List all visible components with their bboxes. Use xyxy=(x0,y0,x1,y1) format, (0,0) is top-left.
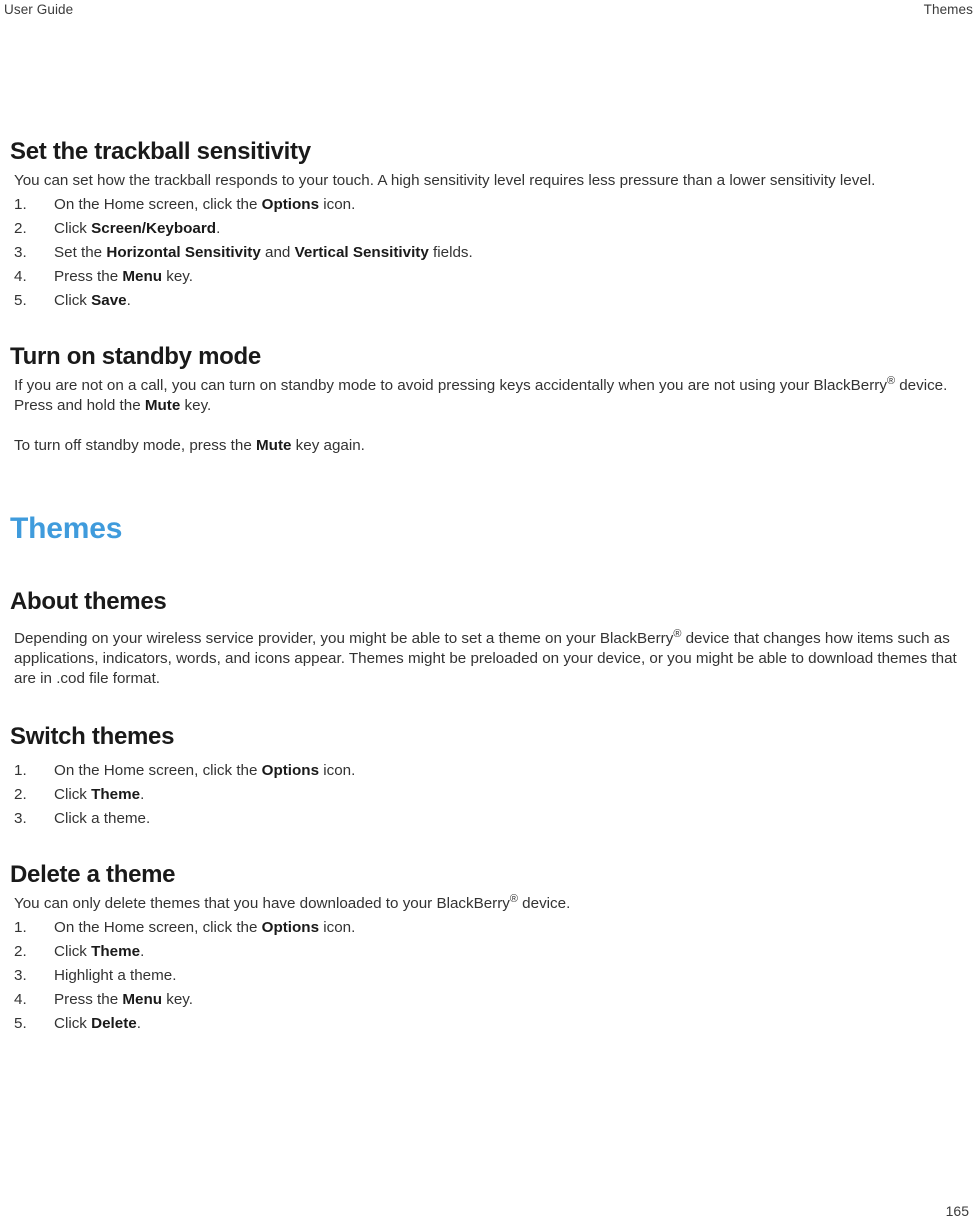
step-text-pre: On the Home screen, click the xyxy=(54,919,262,936)
list-item: Click a theme. xyxy=(10,807,962,831)
topic-title-trackball: Set the trackball sensitivity xyxy=(10,138,311,165)
steps-delete-theme: On the Home screen, click the Options ic… xyxy=(10,916,962,1036)
list-item: On the Home screen, click the Options ic… xyxy=(10,916,962,940)
standby-para2-pre: To turn off standby mode, press the xyxy=(14,437,257,454)
topic-title-about-themes: About themes xyxy=(10,588,167,615)
list-item: Highlight a theme. xyxy=(10,964,962,988)
topic-intro-delete-theme: You can only delete themes that you have… xyxy=(10,892,962,914)
step-text-post: key. xyxy=(162,991,193,1008)
topic-title-standby: Turn on standby mode xyxy=(10,343,261,370)
step-text-post: . xyxy=(136,1015,141,1032)
topic-title-switch-themes: Switch themes xyxy=(10,723,175,750)
list-item: Press the Menu key. xyxy=(10,988,962,1012)
step-text-bold-2: Vertical Sensitivity xyxy=(294,244,429,261)
step-text-post: icon. xyxy=(319,196,356,213)
step-text-bold: Theme xyxy=(91,943,141,960)
steps-switch-themes: On the Home screen, click the Options ic… xyxy=(10,759,962,831)
step-text-post: . xyxy=(140,943,145,960)
topic-title-delete-theme: Delete a theme xyxy=(10,861,176,888)
list-item: On the Home screen, click the Options ic… xyxy=(10,193,962,217)
list-item: Click Delete. xyxy=(10,1012,962,1036)
step-text-post: . xyxy=(216,220,221,237)
registered-mark-icon: ® xyxy=(509,892,518,905)
list-item: Press the Menu key. xyxy=(10,265,962,289)
step-text-post: icon. xyxy=(319,762,356,779)
standby-para1-end: key. xyxy=(180,397,212,414)
list-item: Click Save. xyxy=(10,289,962,313)
step-text-bold: Horizontal Sensitivity xyxy=(106,244,261,261)
about-body-pre: Depending on your wireless service provi… xyxy=(14,630,674,647)
page-content: Set the trackball sensitivity You can se… xyxy=(10,138,962,1036)
step-text-pre: Click xyxy=(54,786,92,803)
step-text-post: icon. xyxy=(319,919,356,936)
page-number: 165 xyxy=(945,1203,969,1219)
standby-para2-bold: Mute xyxy=(256,437,292,454)
step-text-bold: Screen/Keyboard xyxy=(91,220,217,237)
list-item: Set the Horizontal Sensitivity and Verti… xyxy=(10,241,962,265)
step-text-pre: Click xyxy=(54,943,92,960)
delete-intro-pre: You can only delete themes that you have… xyxy=(14,895,510,912)
running-header-right: Themes xyxy=(923,2,973,17)
section-title-themes: Themes xyxy=(10,512,123,545)
standby-para2-post: key again. xyxy=(291,437,365,454)
step-text-bold: Menu xyxy=(122,268,163,285)
standby-para1-bold: Mute xyxy=(144,397,181,414)
step-text-post: . xyxy=(126,292,131,309)
topic-para-about-themes: Depending on your wireless service provi… xyxy=(10,628,962,689)
step-text-pre: On the Home screen, click the xyxy=(54,196,262,213)
topic-intro-trackball: You can set how the trackball responds t… xyxy=(14,172,876,189)
list-item: On the Home screen, click the Options ic… xyxy=(10,759,962,783)
list-item: Click Theme. xyxy=(10,783,962,807)
step-text-pre: Highlight a theme. xyxy=(54,967,177,984)
topic-para-standby-1: If you are not on a call, you can turn o… xyxy=(10,374,962,416)
step-text-bold: Options xyxy=(261,196,320,213)
topic-para-standby-2: To turn off standby mode, press the Mute… xyxy=(10,436,962,456)
standby-para1-pre: If you are not on a call, you can turn o… xyxy=(14,377,887,394)
step-text-post: . xyxy=(140,786,145,803)
step-text-pre: Click xyxy=(54,1015,92,1032)
steps-trackball: On the Home screen, click the Options ic… xyxy=(10,193,962,313)
step-text-bold: Menu xyxy=(122,991,163,1008)
step-text-bold: Options xyxy=(261,762,320,779)
step-text-bold: Save xyxy=(91,292,127,309)
step-text-pre: Click xyxy=(54,292,92,309)
step-text-post: fields. xyxy=(428,244,473,261)
step-text-bold: Theme xyxy=(91,786,141,803)
list-item: Click Theme. xyxy=(10,940,962,964)
delete-intro-post: device. xyxy=(517,895,571,912)
step-text-pre: On the Home screen, click the xyxy=(54,762,262,779)
list-item: Click Screen/Keyboard. xyxy=(10,217,962,241)
step-text-bold: Delete xyxy=(91,1015,137,1032)
step-text-pre: Click xyxy=(54,220,92,237)
registered-mark-icon: ® xyxy=(886,374,895,387)
running-header: User Guide Themes xyxy=(0,0,975,24)
running-header-left: User Guide xyxy=(4,2,74,17)
step-text-pre: Press the xyxy=(54,991,123,1008)
step-text-pre: Click a theme. xyxy=(54,810,151,827)
step-text-mid: and xyxy=(260,244,295,261)
step-text-pre: Press the xyxy=(54,268,123,285)
step-text-pre: Set the xyxy=(54,244,107,261)
step-text-post: key. xyxy=(162,268,193,285)
step-text-bold: Options xyxy=(261,919,320,936)
